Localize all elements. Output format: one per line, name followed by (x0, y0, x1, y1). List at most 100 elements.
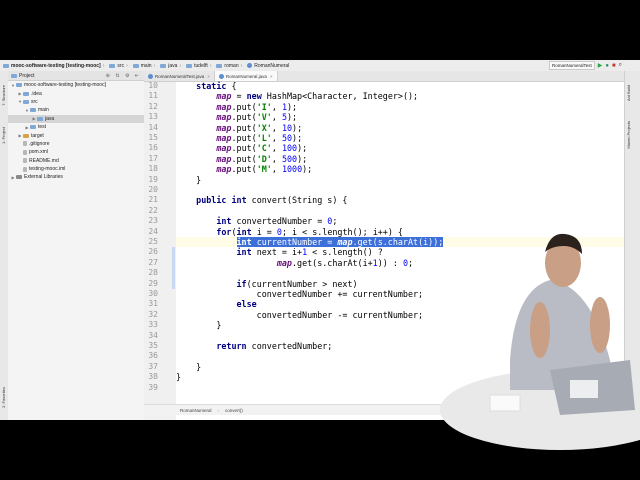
tab-romannumeral[interactable]: RomanNumeral.java × (214, 71, 278, 81)
code-line[interactable]: map.put('I', 1); (176, 102, 297, 112)
code-line[interactable]: map.put('M', 1000); (176, 164, 312, 174)
code-line[interactable]: } (176, 320, 221, 330)
code-line[interactable]: } (176, 372, 181, 382)
line-number-gutter: 10 11 12 13 14 15 16 17 18 19 20 21 22 23 24 25 26 27 28 29… (144, 81, 189, 420)
close-icon[interactable]: × (207, 74, 210, 79)
tree-item-label: External Libraries (24, 174, 63, 181)
folder-icon (23, 133, 29, 138)
java-class-icon (148, 73, 153, 79)
code-line[interactable]: convertedNumber -= currentNumber; (176, 310, 423, 320)
breadcrumb-project[interactable]: mooc-software-testing [testing-mooc] › (3, 63, 106, 69)
line-number: 17 (148, 153, 158, 163)
code-line[interactable]: map.put('D', 500); (176, 154, 307, 164)
code-line[interactable]: int next = i+1 < s.length() ? (176, 247, 383, 257)
change-marker[interactable] (172, 278, 175, 289)
breadcrumb-class[interactable]: RomanNumeral (247, 63, 289, 69)
tree-item[interactable]: ▶ test (8, 123, 144, 131)
code-line[interactable]: map.get(s.charAt(i+1)) : 0; (176, 258, 413, 268)
code-line[interactable]: map = new HashMap<Character, Integer>(); (176, 91, 418, 101)
tree-item[interactable]: ▼ main (8, 106, 144, 114)
line-number: 33 (148, 320, 158, 330)
tree-item[interactable]: ▶ java (8, 114, 144, 123)
code-line[interactable]: } (176, 362, 201, 372)
tab-romannumeraltest[interactable]: RomanNumeralTest.java × (144, 71, 215, 81)
tree-item[interactable]: ▼ src (8, 98, 144, 106)
folder-icon (23, 91, 29, 96)
folder-icon (3, 63, 9, 68)
line-number: 19 (148, 174, 158, 184)
java-class-icon (218, 73, 224, 79)
code-line[interactable]: int currentNumber = map.get(s.charAt(i))… (176, 237, 444, 247)
maven-tool-tab[interactable]: Maven Projects (626, 121, 631, 149)
folder-icon (216, 63, 223, 68)
tree-item-label: mooc-software-testing [testing-mooc] (24, 82, 106, 89)
line-number: 11 (148, 91, 158, 101)
folder-icon (132, 63, 139, 68)
favorites-tool-tab[interactable]: 2: Favorites (1, 387, 6, 408)
folder-icon (11, 73, 17, 78)
tree-item-label: src (31, 98, 38, 105)
debug-icon[interactable]: ● (605, 63, 609, 69)
tree-item[interactable]: ▶ External Libraries (8, 173, 144, 181)
line-number: 23 (148, 216, 158, 226)
code-line[interactable]: convertedNumber += currentNumber; (176, 289, 423, 299)
search-icon[interactable]: ⌕ (619, 62, 622, 69)
line-number: 12 (148, 101, 158, 111)
ant-build-tool-tab[interactable]: Ant Build (626, 85, 631, 101)
breadcrumb-method[interactable]: convert() (225, 408, 243, 413)
tree-item[interactable]: ▼ mooc-software-testing [testing-mooc] (8, 81, 144, 89)
breadcrumb-roman[interactable]: roman › (216, 63, 244, 69)
library-icon (16, 175, 22, 180)
breadcrumb-java[interactable]: java › (160, 63, 183, 69)
code-line[interactable]: if(currentNumber > next) (176, 279, 358, 289)
tree-item-label: README.md (29, 157, 59, 164)
tree-item[interactable]: .gitignore (8, 140, 144, 148)
folder-icon (30, 125, 36, 130)
presenter-arm-left (530, 302, 550, 358)
run-configuration-select[interactable]: RomanNumeralTest (548, 61, 595, 70)
line-number: 35 (148, 341, 158, 350)
code-line[interactable]: for(int i = 0; i < s.length(); i++) { (176, 227, 403, 237)
project-tool-tab[interactable]: 1: Project (1, 127, 6, 144)
code-line[interactable]: static { (176, 81, 236, 91)
tree-item[interactable]: testing-mooc.iml (8, 165, 144, 173)
code-line[interactable]: map.put('X', 10); (176, 123, 302, 133)
line-number: 27 (148, 257, 158, 267)
code-line[interactable]: return convertedNumber; (176, 341, 332, 351)
code-line[interactable]: map.put('V', 5); (176, 112, 297, 122)
line-number: 39 (148, 382, 158, 392)
stop-icon[interactable]: ■ (612, 63, 616, 69)
java-class-icon (247, 63, 253, 68)
run-icon[interactable]: ▶ (598, 62, 603, 69)
tree-item-label: testing-mooc.iml (29, 166, 66, 173)
file-icon (23, 158, 27, 164)
tree-item[interactable]: ▶ target (8, 131, 144, 139)
line-number: 25 (148, 237, 158, 246)
close-icon[interactable]: × (270, 74, 273, 79)
tree-item-label: .idea (31, 90, 42, 97)
tree-item[interactable]: ▶ .idea (8, 89, 144, 97)
line-number: 29 (148, 278, 158, 288)
breadcrumb-class[interactable]: RomanNumeral (180, 408, 212, 413)
tree-item-label: pom.xml (29, 149, 48, 156)
line-number: 16 (148, 143, 158, 153)
code-line[interactable]: int convertedNumber = 0; (176, 216, 337, 226)
tree-item-label: java (45, 115, 55, 122)
code-line[interactable]: map.put('L', 50); (176, 133, 302, 143)
code-line[interactable]: } (176, 175, 201, 185)
line-number: 32 (148, 309, 158, 319)
file-icon (23, 141, 27, 147)
structure-tool-tab[interactable]: 7: Structure (1, 85, 6, 106)
change-marker[interactable] (172, 247, 175, 279)
tree-item[interactable]: pom.xml (8, 148, 144, 156)
panel-actions[interactable]: ⊕ ⇅ ⚙ ⇤ (106, 73, 141, 79)
tree-item[interactable]: README.md (8, 157, 144, 165)
code-line[interactable]: public int convert(String s) { (176, 195, 347, 205)
breadcrumb-tudelft[interactable]: tudelft › (186, 63, 213, 69)
breadcrumb-src[interactable]: src › (109, 63, 129, 69)
breadcrumb-main[interactable]: main › (132, 63, 158, 69)
code-line[interactable]: else (176, 299, 257, 309)
line-number: 28 (148, 268, 158, 278)
project-panel: Project ⊕ ⇅ ⚙ ⇤ ▼ mooc-software-testing [… (8, 71, 145, 420)
code-line[interactable]: map.put('C', 100); (176, 143, 307, 153)
